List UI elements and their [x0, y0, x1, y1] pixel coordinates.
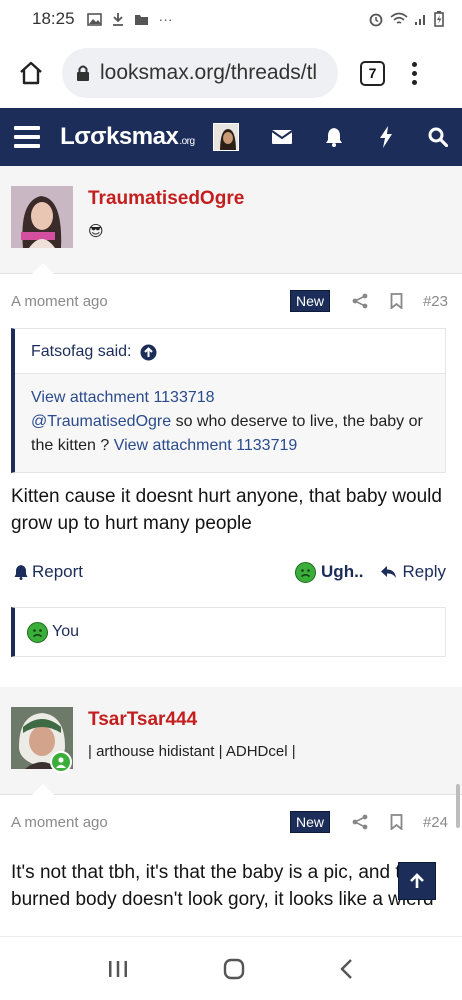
bell-icon	[14, 565, 28, 580]
post-body: It's not that tbh, it's that the baby is…	[11, 862, 434, 910]
inbox-button[interactable]	[271, 125, 292, 149]
post-number[interactable]: #23	[423, 293, 448, 310]
status-bar: 18:25 ···	[0, 0, 462, 38]
avatar-image	[11, 186, 73, 248]
gallery-icon	[86, 12, 102, 26]
reactions-bar[interactable]: You	[11, 607, 446, 657]
reactions-by: You	[52, 623, 79, 640]
report-button[interactable]: Report	[14, 562, 295, 582]
system-nav-bar	[0, 936, 462, 1000]
user-title: 😎	[88, 223, 104, 240]
arrow-up-circle-icon[interactable]	[140, 344, 157, 361]
lock-icon	[77, 65, 89, 81]
attachment-link[interactable]: View attachment 1133719	[114, 437, 298, 454]
post-time[interactable]: A moment ago	[11, 293, 290, 310]
recents-button[interactable]	[107, 959, 129, 979]
bookmark-icon[interactable]	[390, 814, 403, 830]
post-meta: A moment ago New #23	[0, 274, 462, 328]
post-actions: Report Ugh.. Reply	[0, 537, 462, 607]
status-time: 18:25	[32, 9, 75, 28]
bell-icon	[326, 128, 343, 147]
quote-body: View attachment 1133718 @TraumatisedOgre…	[15, 374, 445, 472]
alarm-icon	[369, 13, 383, 27]
post-user-header: TsarTsar444 | arthouse hidistant | ADHDc…	[0, 687, 462, 795]
alerts-button[interactable]	[325, 125, 344, 149]
post: TraumatisedOgre 😎 A moment ago New #23 F…	[0, 166, 462, 687]
sick-face-icon	[27, 621, 48, 643]
reaction-button[interactable]: Ugh..	[295, 561, 364, 583]
username[interactable]: TraumatisedOgre	[88, 188, 244, 210]
signal-icon	[415, 15, 425, 25]
user-avatar[interactable]	[11, 186, 73, 248]
more-notifications-icon: ···	[158, 11, 173, 27]
quote-author[interactable]: Fatsofag said:	[31, 343, 132, 361]
home-icon	[20, 61, 42, 85]
sick-face-icon	[295, 561, 317, 583]
post-user-header: TraumatisedOgre 😎	[0, 166, 462, 274]
folder-icon	[134, 14, 148, 25]
username[interactable]: TsarTsar444	[88, 709, 197, 731]
search-button[interactable]	[428, 125, 448, 149]
home-nav-button[interactable]	[222, 957, 246, 981]
browser-toolbar: looksmax.org/threads/tl 7	[0, 38, 462, 108]
attachment-link[interactable]: View attachment 1133718	[31, 389, 215, 406]
account-avatar[interactable]	[212, 123, 239, 151]
battery-icon	[434, 11, 444, 27]
wifi-icon	[390, 12, 408, 24]
whats-new-button[interactable]	[376, 125, 395, 149]
thread-content: TraumatisedOgre 😎 A moment ago New #23 F…	[0, 166, 462, 936]
page-scrollbar[interactable]	[456, 784, 460, 828]
post-body: Kitten cause it doesnt hurt anyone, that…	[11, 486, 442, 534]
lightning-icon	[379, 126, 392, 148]
tab-switcher-button[interactable]: 7	[360, 60, 385, 86]
user-title: | arthouse hidistant | ADHDcel |	[88, 743, 296, 760]
bookmark-icon[interactable]	[390, 293, 403, 309]
reply-icon	[380, 566, 396, 578]
reply-button[interactable]: Reply	[380, 562, 446, 582]
download-icon	[112, 13, 123, 26]
post: TsarTsar444 | arthouse hidistant | ADHDc…	[0, 687, 462, 913]
address-bar[interactable]: looksmax.org/threads/tl	[62, 48, 338, 98]
arrow-up-icon	[410, 873, 424, 888]
post-time[interactable]: A moment ago	[11, 814, 290, 831]
new-badge: New	[289, 811, 330, 833]
share-icon[interactable]	[352, 814, 368, 830]
envelope-icon	[271, 130, 292, 144]
quote-block: Fatsofag said: View attachment 1133718 @…	[11, 328, 446, 473]
url-text: looksmax.org/threads/tl	[100, 61, 318, 84]
mention-link[interactable]: @TraumatisedOgre	[31, 413, 171, 430]
browser-menu-button[interactable]	[409, 61, 419, 85]
post-number[interactable]: #24	[423, 814, 448, 831]
online-status-icon	[50, 751, 72, 773]
post-meta: A moment ago New #24	[0, 795, 462, 849]
scroll-to-top-button[interactable]	[398, 862, 436, 900]
site-header: Lσσksmax.org	[0, 108, 462, 166]
home-button[interactable]	[14, 56, 48, 90]
share-icon[interactable]	[352, 293, 368, 309]
new-badge: New	[289, 290, 330, 312]
hamburger-menu-icon[interactable]	[14, 126, 41, 148]
search-icon	[428, 127, 448, 147]
back-button[interactable]	[339, 958, 355, 980]
user-avatar-image	[213, 124, 238, 150]
site-logo[interactable]: Lσσksmax.org	[60, 123, 195, 151]
